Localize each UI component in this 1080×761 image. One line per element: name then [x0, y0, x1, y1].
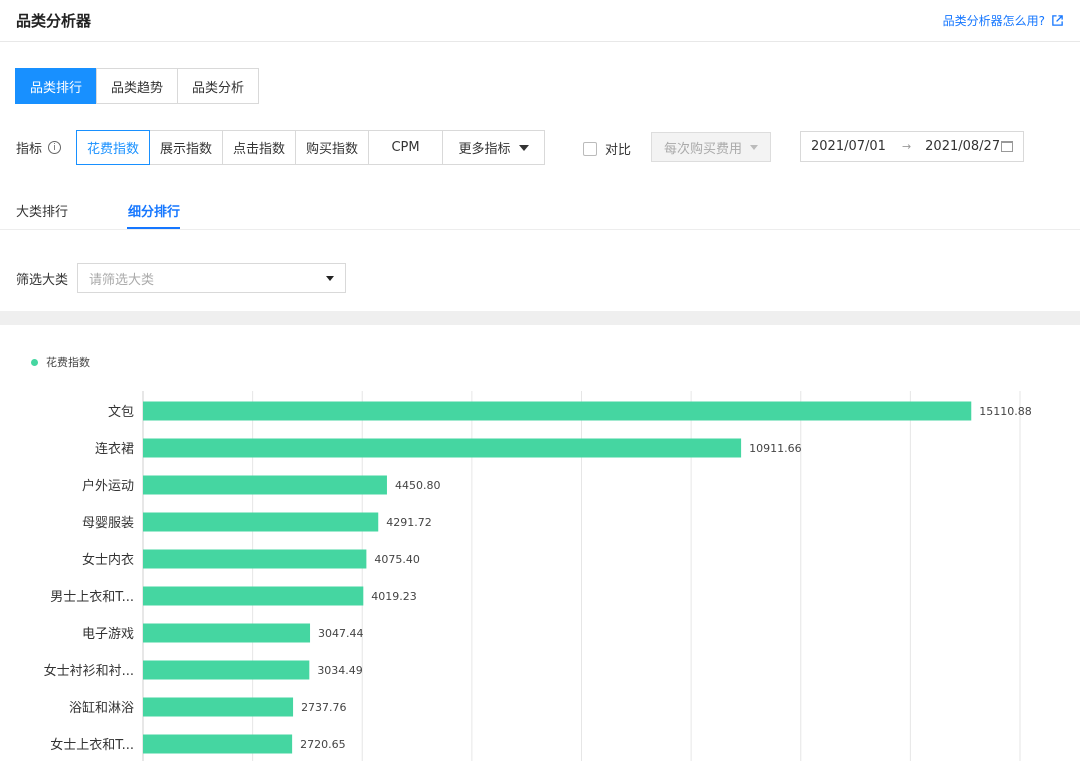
- category-label: 户外运动: [82, 478, 134, 494]
- bar[interactable]: [143, 734, 293, 754]
- calendar-icon: [1001, 141, 1013, 152]
- value-label: 3047.44: [318, 627, 364, 640]
- help-link[interactable]: 品类分析器怎么用?: [943, 12, 1064, 29]
- external-link-icon: [1052, 15, 1063, 26]
- category-label: 女士衬衫和衬...: [44, 663, 134, 679]
- metric-segmented: 花费指数 展示指数 点击指数 购买指数 CPM 更多指标: [76, 130, 546, 165]
- section-divider: [0, 311, 1080, 325]
- value-label: 2737.76: [301, 701, 347, 714]
- metric-spend-index[interactable]: 花费指数: [76, 130, 151, 165]
- metric-impression-index[interactable]: 展示指数: [149, 130, 224, 165]
- value-label: 4291.72: [386, 516, 432, 529]
- tab-major-ranking[interactable]: 大类排行: [16, 201, 68, 220]
- category-label: 文包: [108, 405, 134, 420]
- bar[interactable]: [143, 475, 387, 495]
- metric-label: 指标: [16, 142, 43, 157]
- compare-metric-select: 每次购买费用: [651, 132, 771, 162]
- caret-down-icon: [326, 275, 334, 281]
- category-label: 男士上衣和T...: [50, 589, 134, 605]
- bar-chart: 花费指数 文包 15110.88 连衣裙 10911.66 户外运动 4450.80 母婴服…: [0, 325, 1080, 761]
- date-range-picker[interactable]: 2021/07/01 → 2021/08/27: [800, 131, 1024, 162]
- tab-category-trend[interactable]: 品类趋势: [96, 68, 179, 104]
- category-label: 连衣裙: [95, 441, 134, 457]
- filter-row: 筛选大类 请筛选大类: [16, 263, 346, 293]
- caret-down-icon: [750, 144, 758, 150]
- tab-detail-ranking[interactable]: 细分排行: [128, 201, 180, 220]
- filter-select[interactable]: 请筛选大类: [77, 263, 346, 293]
- metric-purchase-index[interactable]: 购买指数: [295, 130, 370, 165]
- value-label: 3034.49: [317, 664, 363, 677]
- bar[interactable]: [143, 623, 311, 643]
- tab-category-ranking[interactable]: 品类排行: [15, 68, 98, 104]
- date-end[interactable]: 2021/08/27: [925, 139, 1000, 154]
- active-tab-indicator: [127, 227, 180, 229]
- filter-label: 筛选大类: [16, 272, 69, 288]
- bar[interactable]: [143, 697, 294, 717]
- tab-category-analysis[interactable]: 品类分析: [177, 68, 260, 104]
- top-tabs: 品类排行 品类趋势 品类分析: [15, 68, 260, 104]
- caret-down-icon: [518, 144, 529, 151]
- compare-label: 对比: [605, 143, 632, 158]
- filter-placeholder: 请筛选大类: [89, 272, 155, 288]
- category-label: 女士内衣: [82, 552, 134, 568]
- metric-row: 指标 i 花费指数 展示指数 点击指数 购买指数 CPM 更多指标: [16, 130, 546, 165]
- category-label: 女士上衣和T...: [50, 737, 134, 753]
- value-label: 4075.40: [374, 553, 420, 566]
- value-label: 4019.23: [371, 590, 417, 603]
- metric-cpm[interactable]: CPM: [368, 130, 444, 165]
- page-title: 品类分析器: [16, 12, 92, 30]
- compare-metric-value: 每次购买费用: [664, 141, 743, 157]
- bar[interactable]: [143, 401, 972, 421]
- metric-click-index[interactable]: 点击指数: [222, 130, 297, 165]
- category-label: 母婴服装: [82, 516, 134, 531]
- bar[interactable]: [143, 586, 364, 606]
- date-start[interactable]: 2021/07/01: [811, 139, 886, 154]
- value-label: 4450.80: [395, 479, 441, 492]
- sub-tabs: 大类排行 细分排行: [0, 192, 1080, 230]
- chart-plot: 文包 15110.88 连衣裙 10911.66 户外运动 4450.80 母婴服装 4291…: [44, 391, 1032, 761]
- compare-toggle[interactable]: 对比: [583, 139, 631, 158]
- app-header: 品类分析器 品类分析器怎么用?: [0, 0, 1080, 42]
- bar[interactable]: [143, 512, 379, 532]
- metric-label-group: 指标 i: [16, 138, 77, 157]
- metric-more-label: 更多指标: [458, 142, 511, 157]
- metric-more-dropdown[interactable]: 更多指标: [442, 130, 546, 165]
- arrow-right-icon: →: [901, 140, 912, 153]
- value-label: 2720.65: [300, 738, 346, 751]
- value-label: 10911.66: [749, 442, 802, 455]
- help-link-label: 品类分析器怎么用?: [942, 14, 1045, 28]
- bar[interactable]: [143, 438, 742, 458]
- bar[interactable]: [143, 660, 310, 680]
- info-icon[interactable]: i: [48, 141, 62, 154]
- category-label: 浴缸和淋浴: [69, 700, 134, 716]
- category-label: 电子游戏: [82, 627, 134, 642]
- bar[interactable]: [143, 549, 367, 569]
- compare-checkbox[interactable]: [583, 141, 597, 156]
- value-label: 15110.88: [979, 405, 1032, 418]
